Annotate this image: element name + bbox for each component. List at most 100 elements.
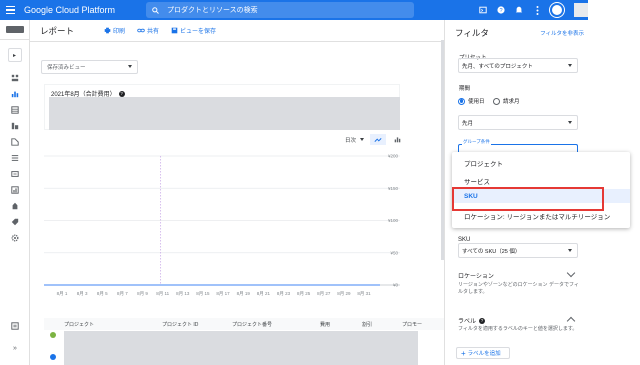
search-placeholder: プロダクトとリソースの検索 (167, 7, 258, 14)
x-tick-label: 8月 1 (57, 291, 68, 297)
col-project[interactable]: プロジェクト (64, 321, 94, 328)
granularity-select[interactable]: 日次 (345, 136, 365, 144)
x-tick-label: 8月 31 (357, 291, 371, 297)
usage-date-label: 使用日 (468, 99, 485, 105)
filter-title: フィルタ (455, 28, 489, 38)
collapse-nav-icon[interactable]: » (0, 340, 30, 356)
period-select[interactable]: 先月 (458, 115, 578, 130)
col-cost[interactable]: 費用 (320, 321, 330, 328)
highlight-annotation (452, 187, 604, 211)
line-chart-toggle[interactable] (370, 134, 387, 145)
chevron-down-icon (568, 64, 572, 67)
nav-commitments-icon[interactable] (0, 134, 30, 150)
x-tick-label: 8月 15 (196, 291, 210, 297)
nav-budgets-icon[interactable] (0, 150, 30, 166)
labels-title-text: ラベル (458, 319, 477, 325)
invoice-month-radio[interactable]: 請求月 (493, 97, 520, 105)
add-icon: + (461, 348, 466, 358)
redacted-summary (49, 97, 400, 130)
x-tick-label: 8月 23 (277, 291, 291, 297)
print-button[interactable]: 印刷 (104, 26, 125, 35)
notifications-icon[interactable] (514, 5, 524, 15)
labels-desc: フィルタを適用するラベルのキーと値を選択します。 (458, 326, 578, 332)
dropdown-item-location[interactable]: ロケーション: リージョンまたはマルチリージョン (464, 211, 610, 221)
billing-side-nav: ▸ » (0, 20, 30, 365)
nav-reports-icon[interactable] (0, 86, 30, 102)
help-icon[interactable]: ? (496, 5, 506, 15)
y-tick-label: ¥150 (388, 186, 399, 191)
nav-overview-icon[interactable] (0, 70, 30, 86)
nav-payment-icon[interactable] (0, 214, 30, 230)
print-icon (104, 27, 111, 34)
saved-view-select[interactable]: 保存済みビュー (41, 60, 138, 74)
save-view-button[interactable]: ビューを保存 (171, 26, 216, 35)
account-avatar[interactable] (550, 3, 564, 17)
col-discount[interactable]: 割引 (362, 321, 372, 328)
bar-chart-toggle[interactable] (392, 134, 402, 145)
x-tick-label: 8月 17 (216, 291, 230, 297)
total-cost-card: 2021年8月（合計費用） ? (44, 84, 400, 130)
col-promotion[interactable]: プロモー (402, 321, 422, 328)
hide-filter-link[interactable]: フィルタを非表示 (540, 29, 584, 37)
col-project-number[interactable]: プロジェクト番号 (232, 321, 272, 328)
radio-selected-icon (458, 97, 465, 105)
y-tick-label: ¥100 (388, 218, 399, 223)
y-tick-label: ¥50 (390, 250, 398, 255)
usage-date-radio[interactable]: 使用日 (458, 97, 485, 105)
share-button[interactable]: 共有 (137, 26, 159, 35)
dropdown-item-project[interactable]: プロジェクト (464, 158, 503, 168)
nav-export-icon[interactable] (0, 166, 30, 182)
cloud-shell-icon[interactable] (478, 5, 488, 15)
x-tick-label: 8月 9 (137, 291, 148, 297)
app-brand[interactable]: Google Cloud Platform (24, 5, 136, 15)
topbar-actions: ? (478, 3, 564, 17)
save-icon (171, 27, 178, 34)
y-tick-label: ¥200 (388, 154, 399, 159)
preset-select[interactable]: 先月、すべてのプロジェクト (458, 58, 578, 73)
share-label: 共有 (147, 29, 160, 35)
nav-breakdown-icon[interactable] (0, 118, 30, 134)
redacted-table-rows (64, 331, 418, 365)
x-tick-label: 8月 13 (176, 291, 190, 297)
sku-select[interactable]: すべての SKU（25 個） (458, 243, 578, 258)
preset-value: 先月、すべてのプロジェクト (462, 63, 533, 70)
x-tick-label: 8月 27 (317, 291, 331, 297)
chart-svg: ¥200 ¥150 ¥100 ¥50 ¥0 8月 1 8月 3 8月 5 8月 7 8月 9 8月 … (44, 154, 400, 297)
add-label-button[interactable]: + ラベルを追加 (456, 347, 510, 359)
labels-title[interactable]: ラベル ? (458, 316, 486, 325)
nav-cost-table-icon[interactable] (0, 102, 30, 118)
x-tick-label: 8月 3 (77, 291, 88, 297)
nav-header (0, 20, 29, 40)
apps-icon[interactable] (574, 3, 588, 17)
x-tick-label: 8月 21 (257, 291, 271, 297)
help-icon[interactable]: ? (479, 317, 486, 324)
chevron-down-icon (128, 65, 132, 68)
nav-settings-icon[interactable] (0, 230, 30, 246)
report-header: レポート 印刷 共有 ビューを保存 (30, 20, 444, 42)
chevron-down-icon (360, 138, 365, 141)
print-label: 印刷 (113, 29, 126, 35)
svg-text:?: ? (499, 8, 502, 14)
add-label-text: ラベルを追加 (467, 351, 501, 357)
x-tick-label: 8月 25 (297, 291, 311, 297)
nav-release-notes-icon[interactable] (0, 318, 30, 334)
search-input[interactable]: プロダクトとリソースの検索 (146, 2, 414, 18)
chevron-down-icon (568, 249, 572, 252)
nav-pricing-icon[interactable] (0, 182, 30, 198)
invoice-month-label: 請求月 (503, 99, 520, 105)
expand-nav-icon[interactable]: ▸ (7, 48, 22, 62)
location-title[interactable]: ロケーション (458, 271, 494, 280)
search-icon (152, 6, 159, 14)
help-icon[interactable]: ? (118, 90, 125, 97)
chart-controls: 日次 (345, 134, 402, 145)
col-project-id[interactable]: プロジェクト ID (162, 321, 198, 328)
nav-documents-icon[interactable] (0, 198, 30, 214)
dropdown-item-service[interactable]: サービス (464, 176, 490, 186)
table-header: プロジェクト プロジェクト ID プロジェクト番号 費用 割引 プロモー (44, 318, 444, 330)
y-tick-label: ¥0 (393, 283, 399, 288)
chevron-down-icon (568, 121, 572, 124)
more-vert-icon[interactable] (532, 5, 542, 15)
x-tick-label: 8月 11 (156, 291, 169, 297)
x-tick-label: 8月 19 (237, 291, 251, 297)
menu-icon[interactable] (0, 0, 20, 20)
